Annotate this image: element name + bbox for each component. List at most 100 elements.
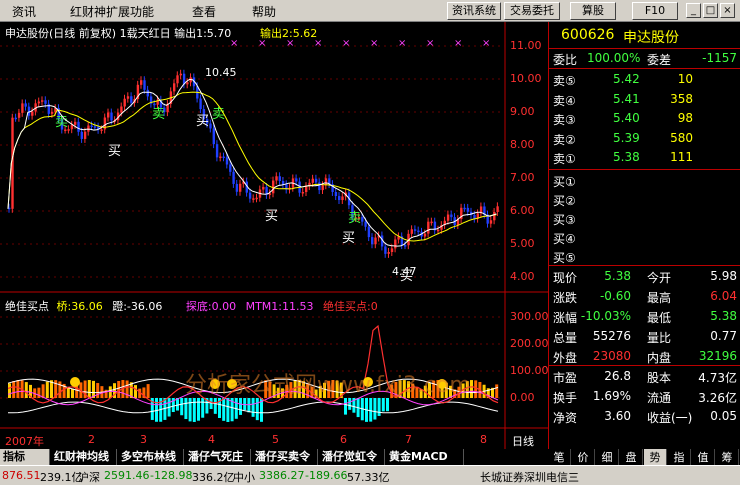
y-tick-label: 7.00 [510, 171, 535, 184]
sell-price: 5.42 [613, 72, 640, 86]
sell-price: 5.39 [613, 130, 640, 145]
right-tab[interactable]: 盘 [620, 449, 643, 465]
ind-bar [12, 381, 16, 398]
ind-bar [146, 384, 150, 398]
info-label: 换手 [553, 391, 578, 405]
candle-body [143, 80, 146, 90]
sell-signal: 卖 [55, 115, 68, 130]
candle-body [14, 117, 17, 120]
indicator-tab[interactable]: 潘仔气死庄 [185, 449, 251, 465]
right-tab[interactable]: 指 [668, 449, 691, 465]
chart-output2: 输出2:5.62 [260, 27, 318, 40]
candle-body [404, 245, 407, 247]
indicator-tab[interactable]: 潘仔觉虹令 [319, 449, 385, 465]
info-label: 外盘 [553, 351, 578, 365]
minimize-icon[interactable]: _ [686, 3, 701, 18]
candle-body [225, 157, 229, 165]
candle-body [278, 176, 281, 182]
weicha-label: 委差 [647, 53, 672, 67]
ind-y-tick-label: 0.00 [510, 391, 535, 404]
info-value: 1.69% [592, 389, 631, 403]
ma-line-yellow [7, 91, 497, 242]
right-tab[interactable]: 值 [692, 449, 715, 465]
indicator-tab[interactable]: 潘仔买卖令 [252, 449, 318, 465]
trade-button[interactable]: 交易委托 [504, 2, 560, 20]
close-icon[interactable]: × [720, 3, 735, 18]
buy-signal: 买 [265, 209, 278, 224]
f10-button[interactable]: F10 [632, 2, 678, 20]
ind-bar [369, 398, 373, 422]
sell-signal: 卖 [348, 211, 361, 226]
ind-y-tick-label: 100.00 [510, 364, 549, 377]
menu-help[interactable]: 帮助 [252, 3, 276, 20]
indicator-tab[interactable]: 多空布林线 [118, 449, 184, 465]
watermark: 分析家公式网www.fxj3.com [185, 373, 471, 398]
ind-bar [192, 398, 196, 422]
ind-bar [117, 380, 121, 398]
right-tab[interactable]: 筹 [716, 449, 739, 465]
buy-signal: 买 [342, 231, 355, 246]
buy-row: 买④ [549, 228, 740, 247]
ind-bar [180, 398, 184, 416]
sell-price: 5.38 [613, 150, 640, 164]
status-sh-amount: 239.1亿 [40, 471, 83, 484]
menu-view[interactable]: 查看 [192, 3, 216, 20]
info-label: 股本 [647, 371, 672, 385]
x-label: 2 [88, 433, 95, 446]
sell-volume: 111 [670, 150, 693, 164]
x-label: 2007年 [5, 435, 44, 448]
candle-body [248, 192, 252, 199]
ind-bar [495, 384, 499, 398]
ind-bar [58, 381, 62, 398]
news-system-button[interactable]: 资讯系统 [447, 2, 501, 20]
right-tab[interactable]: 势 [644, 449, 667, 465]
ind-bar [71, 388, 74, 398]
buy-row: 买① [549, 171, 740, 190]
info-row: 市盈 26.8 股本 4.73亿 [549, 367, 740, 386]
candle-body [321, 185, 324, 191]
sell-volume: 10 [677, 72, 693, 86]
candle-body [80, 131, 83, 139]
menu-extend[interactable]: 红财神扩展功能 [70, 3, 154, 20]
top-marker: × [454, 38, 462, 49]
stock-name: 申达股份 [623, 30, 679, 46]
info-row: 现价 5.38 今开 5.98 [549, 267, 740, 286]
candle-body [410, 229, 413, 234]
ind-bar [226, 398, 230, 422]
candle-body [140, 80, 143, 85]
right-tab[interactable]: 价 [572, 449, 595, 465]
info-value: 32196 [698, 349, 737, 363]
indicator-tab[interactable]: 黄金MACD [386, 449, 464, 465]
candle-body [430, 221, 433, 224]
info-value: 55276 [592, 329, 631, 343]
y-tick-label: 8.00 [510, 138, 535, 151]
y-tick-label: 9.00 [510, 105, 535, 118]
ind-bar [377, 398, 381, 416]
indicator-tab[interactable]: 指标 [0, 449, 50, 465]
candle-body [262, 186, 265, 190]
candle-body [387, 251, 390, 254]
candle-body [338, 196, 341, 201]
right-tab[interactable]: 细 [596, 449, 619, 465]
candle-body [212, 128, 215, 145]
ind-signal-dot [70, 377, 80, 387]
kline-chart-area[interactable]: 卖买卖买卖买买卖买 × × × × × × × × × × 申达股份(日线 前复权) 1载天红日 输… [0, 22, 549, 449]
right-tab[interactable]: 笔 [548, 449, 571, 465]
info-label: 市盈 [553, 371, 578, 385]
candle-body [496, 206, 499, 213]
sell-row: 卖② 5.39 580 [549, 129, 740, 148]
candle-body [215, 144, 219, 158]
indicator-tab[interactable]: 红财神均线 [51, 449, 117, 465]
menu-news[interactable]: 资讯 [12, 3, 36, 20]
maximize-icon[interactable]: □ [703, 3, 718, 18]
quote-panel: 600626 申达股份 委比 100.00% 委差 -1157 卖⑤ 5.42 10… [548, 22, 740, 449]
ind-y-tick-label: 200.00 [510, 337, 549, 350]
candle-body [364, 221, 367, 227]
candle-body [295, 178, 298, 182]
calc-button[interactable]: 算股 [570, 2, 616, 20]
info-label: 流通 [647, 391, 672, 405]
weibi-label: 委比 [553, 53, 578, 67]
candle-body [324, 178, 328, 186]
ind-bar [239, 398, 242, 415]
ind-bar [134, 385, 137, 398]
